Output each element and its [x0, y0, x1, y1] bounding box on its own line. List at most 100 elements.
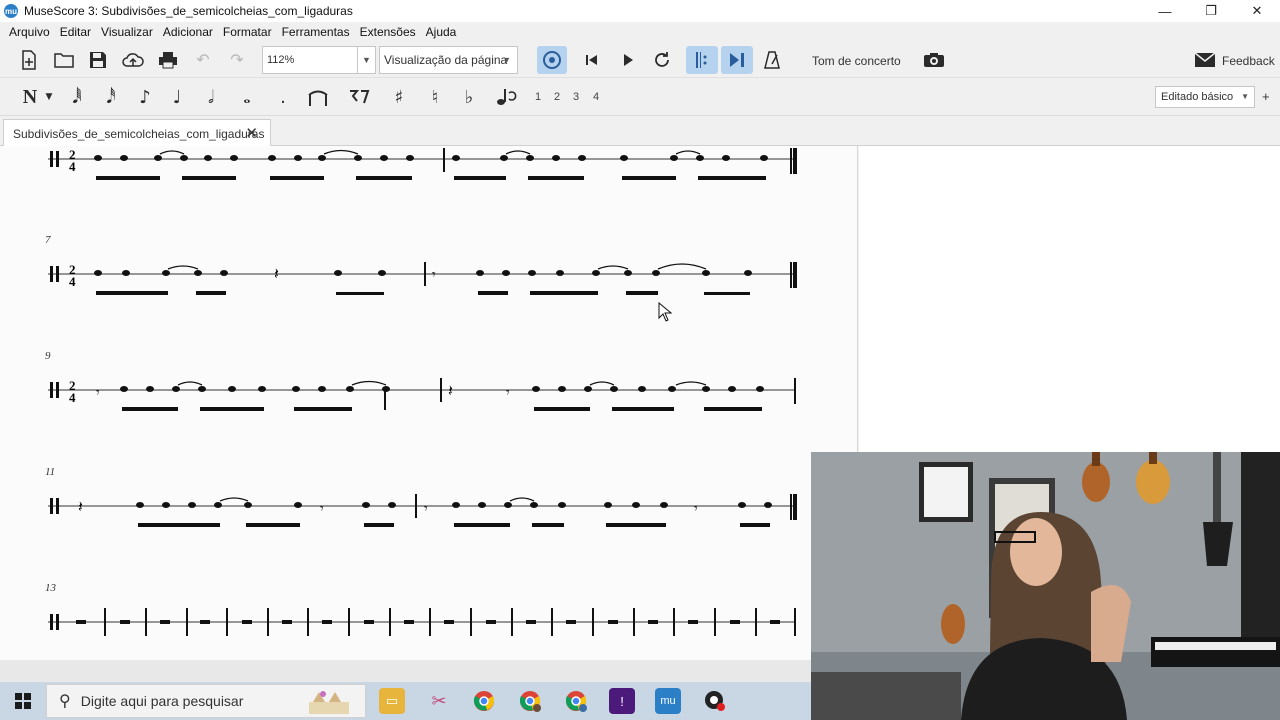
voice-3-button[interactable]: 3 [573, 91, 579, 103]
staff-system-row-4[interactable]: 𝄽 𝄾 𝄾 𝄾 [0, 486, 858, 536]
musescore-taskbar-icon[interactable]: mu [655, 688, 681, 714]
eighth-rest-icon: 𝄾 [506, 384, 510, 400]
time-sig-denominator: 4 [69, 159, 76, 174]
search-icon: ⚲ [59, 693, 71, 710]
zoom-input[interactable]: 112% ▼ [262, 46, 376, 74]
feedback-button[interactable]: Feedback [1222, 54, 1275, 68]
voice-4-button[interactable]: 4 [593, 91, 599, 103]
taskbar-search-input[interactable]: ⚲ Digite aqui para pesquisar [46, 684, 366, 718]
print-icon[interactable] [156, 48, 180, 72]
half-note-icon[interactable]: 𝅗𝅥 [200, 84, 222, 110]
quarter-rest-icon: 𝄽 [448, 383, 453, 400]
time-sig-denominator: 4 [69, 390, 76, 405]
eighth-rest-icon: 𝄾 [432, 266, 436, 282]
menu-arquivo[interactable]: Arquivo [4, 25, 55, 39]
tie-icon[interactable] [304, 84, 332, 110]
feedback-envelope-icon[interactable] [1193, 48, 1217, 72]
save-icon[interactable] [86, 48, 110, 72]
quarter-rest-icon: 𝄽 [274, 266, 279, 283]
webcam-scene [811, 452, 1280, 720]
score-tab-label: Subdivisões_de_semicolcheias_com_ligadur… [13, 126, 265, 141]
restore-button[interactable]: ❐ [1188, 0, 1234, 22]
staff-system-row-1[interactable]: 2 4 [0, 146, 858, 196]
metronome-icon[interactable] [760, 48, 784, 72]
view-mode-value: Visualização da página [384, 53, 508, 67]
chrome-profile-2-icon[interactable] [563, 688, 589, 714]
view-mode-select[interactable]: Visualização da página ▼ [379, 46, 518, 74]
time-sig-denominator: 4 [69, 274, 76, 289]
augmentation-dot-icon[interactable]: . [272, 84, 294, 110]
measure-number-9: 9 [45, 350, 51, 362]
rest-toggle-icon[interactable] [346, 84, 372, 110]
menu-ajuda[interactable]: Ajuda [421, 25, 462, 39]
sixtyfourth-note-icon[interactable]: 𝅘𝅥𝅱 [66, 84, 88, 110]
score-tab[interactable]: Subdivisões_de_semicolcheias_com_ligadur… [3, 119, 271, 147]
score-page[interactable]: 2 4 7 2 4 𝄽 𝄾 9 2 4 𝄾 𝄽 𝄾 11 𝄽 𝄾 𝄾 𝄾 13 [0, 146, 858, 660]
windows-start-icon[interactable] [0, 682, 46, 720]
note-input-mode-icon[interactable] [537, 46, 567, 74]
menu-formatar[interactable]: Formatar [218, 25, 277, 39]
eighth-rest-icon: 𝄾 [424, 500, 428, 516]
staff-system-row-3[interactable]: 2 4 𝄾 𝄽 𝄾 [0, 370, 858, 420]
open-folder-icon[interactable] [52, 48, 76, 72]
eighth-rest-icon: 𝄾 [694, 500, 698, 516]
measure-number-11: 11 [45, 466, 56, 478]
whole-note-icon[interactable]: 𝅝 [236, 84, 258, 110]
loop-icon[interactable] [650, 48, 674, 72]
thirtysecond-note-icon[interactable]: 𝅘𝅥𝅰 [100, 84, 122, 110]
voice-2-button[interactable]: 2 [554, 91, 560, 103]
search-highlight-illustration-icon [309, 691, 349, 714]
undo-icon[interactable]: ↶ [191, 48, 215, 72]
play-icon[interactable] [616, 48, 640, 72]
purple-app-icon[interactable]: ! [609, 688, 635, 714]
camera-icon[interactable] [922, 48, 946, 72]
minimize-button[interactable]: — [1142, 0, 1188, 22]
taskbar-search-placeholder: Digite aqui para pesquisar [80, 693, 244, 709]
note-input-mode-dropdown-icon[interactable]: ▼ [42, 84, 56, 110]
chrome-profile-icon[interactable] [517, 688, 543, 714]
chevron-down-icon: ▼ [502, 55, 511, 65]
eighth-rest-icon: 𝄾 [320, 500, 324, 516]
close-window-button[interactable]: ✕ [1234, 0, 1280, 22]
flip-direction-icon[interactable] [494, 84, 518, 110]
workspace-select[interactable]: Editado básico ▼ [1155, 86, 1255, 108]
natural-icon[interactable]: ♮ [424, 84, 446, 110]
menu-adicionar[interactable]: Adicionar [158, 25, 218, 39]
concert-pitch-toggle[interactable]: Tom de concerto [812, 54, 901, 68]
musescore-window: mu MuseScore 3: Subdivisões_de_semicolch… [0, 0, 1280, 720]
quarter-rest-icon: 𝄽 [78, 499, 83, 516]
chevron-down-icon: ▼ [1241, 92, 1249, 101]
note-input-toolbar [0, 78, 1280, 116]
menu-visualizar[interactable]: Visualizar [96, 25, 158, 39]
file-explorer-icon[interactable]: ▭ [379, 688, 405, 714]
add-workspace-button[interactable]: + [1262, 89, 1270, 104]
voice-1-button[interactable]: 1 [535, 91, 541, 103]
play-repeats-icon[interactable] [686, 46, 718, 74]
webcam-overlay [811, 452, 1280, 720]
note-input-n-icon[interactable]: N [18, 84, 42, 110]
eighth-note-icon[interactable]: ♪ [134, 84, 156, 110]
menu-ferramentas[interactable]: Ferramentas [277, 25, 355, 39]
cloud-upload-icon[interactable] [121, 48, 145, 72]
eighth-rest-icon: 𝄾 [96, 384, 100, 400]
redo-icon[interactable]: ↷ [225, 48, 249, 72]
sharp-icon[interactable]: ♯ [388, 84, 410, 110]
new-score-icon[interactable] [17, 48, 41, 72]
quarter-note-icon[interactable]: ♩ [166, 84, 188, 110]
snipping-tool-icon[interactable]: ✂ [426, 688, 452, 714]
obs-recording-icon[interactable] [702, 688, 728, 714]
staff-system-row-5[interactable] [0, 602, 858, 652]
pan-score-icon[interactable] [721, 46, 753, 74]
menu-editar[interactable]: Editar [55, 25, 96, 39]
empty-canvas-area[interactable] [859, 146, 1280, 452]
flat-icon[interactable]: ♭ [458, 84, 480, 110]
mouse-cursor-icon [658, 302, 672, 322]
title-bar: mu MuseScore 3: Subdivisões_de_semicolch… [0, 0, 1280, 22]
workspace-value: Editado básico [1161, 91, 1234, 103]
rewind-icon[interactable] [580, 48, 604, 72]
menu-extensoes[interactable]: Extensões [355, 25, 421, 39]
zoom-dropdown-icon[interactable]: ▼ [357, 47, 375, 73]
chrome-icon[interactable] [471, 688, 497, 714]
staff-system-row-2[interactable]: 2 4 𝄽 𝄾 [0, 254, 858, 304]
close-tab-icon[interactable]: ✕ [245, 124, 258, 142]
